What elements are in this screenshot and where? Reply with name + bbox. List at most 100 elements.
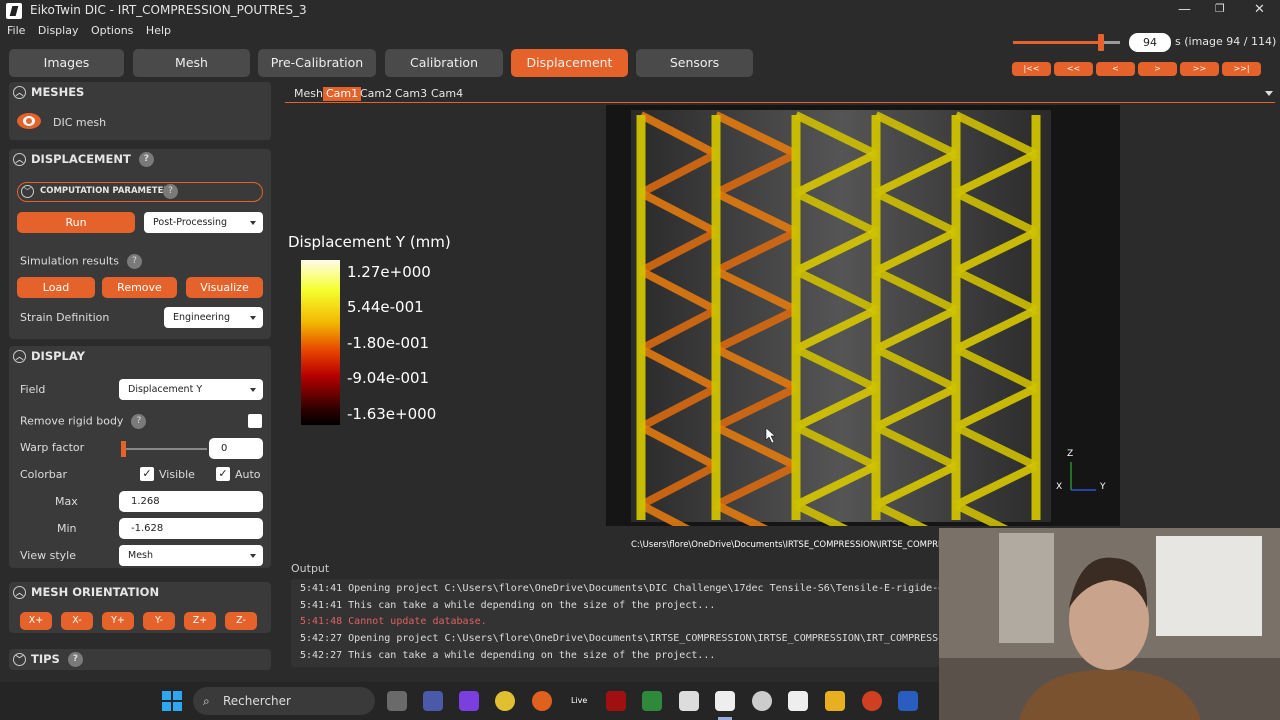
min-label: Min xyxy=(57,522,77,535)
menu-help[interactable]: Help xyxy=(146,24,171,37)
menu-options[interactable]: Options xyxy=(91,24,133,37)
colorbar-label-3: -1.80e-001 xyxy=(347,334,430,352)
visualize-button[interactable]: Visualize xyxy=(186,277,263,298)
remove-rigid-body-checkbox[interactable] xyxy=(248,414,262,428)
slack-icon[interactable] xyxy=(495,691,515,711)
frame-input[interactable]: 94 xyxy=(1129,33,1171,52)
displacement-header[interactable]: ︿ DISPLACEMENT? xyxy=(9,149,271,170)
x-minus-button[interactable]: X- xyxy=(61,612,93,630)
visible-checkbox[interactable]: ✓ xyxy=(140,467,154,481)
tab-images[interactable]: Images xyxy=(9,49,124,77)
colorbar-label: Colorbar xyxy=(20,468,67,481)
tab-pre-calibration[interactable]: Pre-Calibration xyxy=(258,49,376,77)
menu-bar: File Display Options Help xyxy=(0,24,173,42)
firefox-icon[interactable] xyxy=(532,691,552,711)
restore-button[interactable]: ❐ xyxy=(1215,2,1225,15)
strain-definition-select[interactable]: Engineering xyxy=(164,307,263,328)
simulation-results-label: Simulation results? xyxy=(20,254,142,269)
remove-button[interactable]: Remove xyxy=(102,277,177,298)
max-input[interactable]: 1.268 xyxy=(119,491,263,512)
colorbar-label-min: -1.63e+000 xyxy=(347,405,437,423)
live-icon[interactable]: Live xyxy=(571,696,587,705)
collapse-icon: ︿ xyxy=(13,86,26,99)
output-console[interactable]: 5:41:41 Opening project C:\Users\flore\O… xyxy=(291,579,939,667)
folder-icon[interactable] xyxy=(825,691,845,711)
auto-checkbox[interactable]: ✓ xyxy=(216,467,230,481)
meshes-panel: ︿ MESHES DIC mesh xyxy=(9,82,271,140)
help-icon[interactable]: ? xyxy=(126,254,142,269)
tab-sensors[interactable]: Sensors xyxy=(636,49,753,77)
display-header[interactable]: ︿ DISPLAY xyxy=(9,346,271,367)
view-style-select[interactable]: Mesh xyxy=(119,545,263,566)
axis-x-label: X xyxy=(1056,482,1062,492)
menu-display[interactable]: Display xyxy=(38,24,79,37)
frame-slider-handle[interactable] xyxy=(1097,34,1104,51)
first-frame-button[interactable]: |<< xyxy=(1012,62,1051,76)
meshes-header[interactable]: ︿ MESHES xyxy=(9,82,271,103)
view-style-label: View style xyxy=(20,549,76,562)
mesh-orientation-panel: ︿ MESH ORIENTATION X+ X- Y+ Y- Z+ Z- xyxy=(9,582,271,633)
displacement-mesh-image: Z X Y xyxy=(631,110,1106,526)
tab-calibration[interactable]: Calibration xyxy=(385,49,503,77)
rewind-button[interactable]: << xyxy=(1054,62,1093,76)
last-frame-button[interactable]: >>| xyxy=(1222,62,1261,76)
eye-icon[interactable] xyxy=(17,113,41,129)
mode-select[interactable]: Post-Processing xyxy=(144,212,263,233)
view-menu-icon[interactable] xyxy=(1265,91,1273,96)
help-icon[interactable]: ? xyxy=(138,152,154,167)
app-icon-1[interactable] xyxy=(423,691,443,711)
mesh-orientation-header[interactable]: ︿ MESH ORIENTATION xyxy=(9,582,271,603)
help-icon[interactable]: ? xyxy=(163,184,178,199)
search-icon: ⌕ xyxy=(203,694,210,708)
tab-displacement[interactable]: Displacement xyxy=(511,49,628,77)
image-app-icon[interactable] xyxy=(642,691,662,711)
view-tab-cam3[interactable]: Cam3 xyxy=(392,87,430,101)
minimize-button[interactable]: — xyxy=(1178,2,1191,17)
computation-params-toggle[interactable]: ﹀ COMPUTATION PARAMETERS ? xyxy=(17,182,263,202)
app-icon-red[interactable] xyxy=(606,691,626,711)
field-select[interactable]: Displacement Y xyxy=(119,379,263,400)
z-minus-button[interactable]: Z- xyxy=(225,612,257,630)
close-button[interactable]: ✕ xyxy=(1254,2,1265,17)
frame-slider[interactable] xyxy=(1013,34,1120,51)
auto-label: Auto xyxy=(235,468,261,481)
y-minus-button[interactable]: Y- xyxy=(143,612,175,630)
eye-app-icon[interactable] xyxy=(752,691,772,711)
help-icon[interactable]: ? xyxy=(67,652,83,667)
output-label: Output xyxy=(291,562,330,575)
axis-z-label: Z xyxy=(1067,449,1073,459)
y-plus-button[interactable]: Y+ xyxy=(102,612,134,630)
warp-factor-input[interactable]: 0 xyxy=(209,438,263,459)
windows-start-icon[interactable] xyxy=(162,691,182,711)
taskbar-search[interactable]: ⌕ Rechercher xyxy=(193,687,375,715)
task-view-icon[interactable] xyxy=(387,691,407,711)
menu-file[interactable]: File xyxy=(7,24,25,37)
fast-forward-button[interactable]: >> xyxy=(1180,62,1219,76)
view-tab-cam4[interactable]: Cam4 xyxy=(428,87,466,101)
powerpoint-icon[interactable] xyxy=(862,691,882,711)
tab-mesh[interactable]: Mesh xyxy=(133,49,250,77)
run-button[interactable]: Run xyxy=(17,212,135,233)
warp-slider[interactable] xyxy=(121,441,207,457)
app-icon-grid[interactable] xyxy=(679,691,699,711)
word-icon[interactable] xyxy=(898,691,918,711)
help-icon[interactable]: ? xyxy=(131,414,147,429)
prev-frame-button[interactable]: < xyxy=(1096,62,1135,76)
next-frame-button[interactable]: > xyxy=(1138,62,1177,76)
log-line: 5:41:41 This can take a while depending … xyxy=(300,600,716,611)
log-line: 5:42:27 This can take a while depending … xyxy=(300,650,716,661)
heart-app-icon[interactable] xyxy=(459,691,479,711)
warp-slider-handle[interactable] xyxy=(121,441,126,457)
tips-header[interactable]: ﹀ TIPS? xyxy=(9,649,271,670)
z-plus-button[interactable]: Z+ xyxy=(184,612,216,630)
view-tab-mesh[interactable]: Mesh xyxy=(291,87,326,101)
app-icon-pen[interactable] xyxy=(788,691,808,711)
min-input[interactable]: -1.628 xyxy=(119,518,263,539)
load-button[interactable]: Load xyxy=(17,277,95,298)
view-tab-cam1[interactable]: Cam1 xyxy=(323,87,362,101)
eikotwin-taskbar-icon[interactable] xyxy=(715,691,735,711)
frame-navigator: 94 s (image 94 / 114) |<< << < > >> >>| xyxy=(1010,30,1280,76)
x-plus-button[interactable]: X+ xyxy=(20,612,52,630)
camera-viewport[interactable]: Z X Y xyxy=(606,105,1120,526)
view-tab-cam2[interactable]: Cam2 xyxy=(357,87,395,101)
